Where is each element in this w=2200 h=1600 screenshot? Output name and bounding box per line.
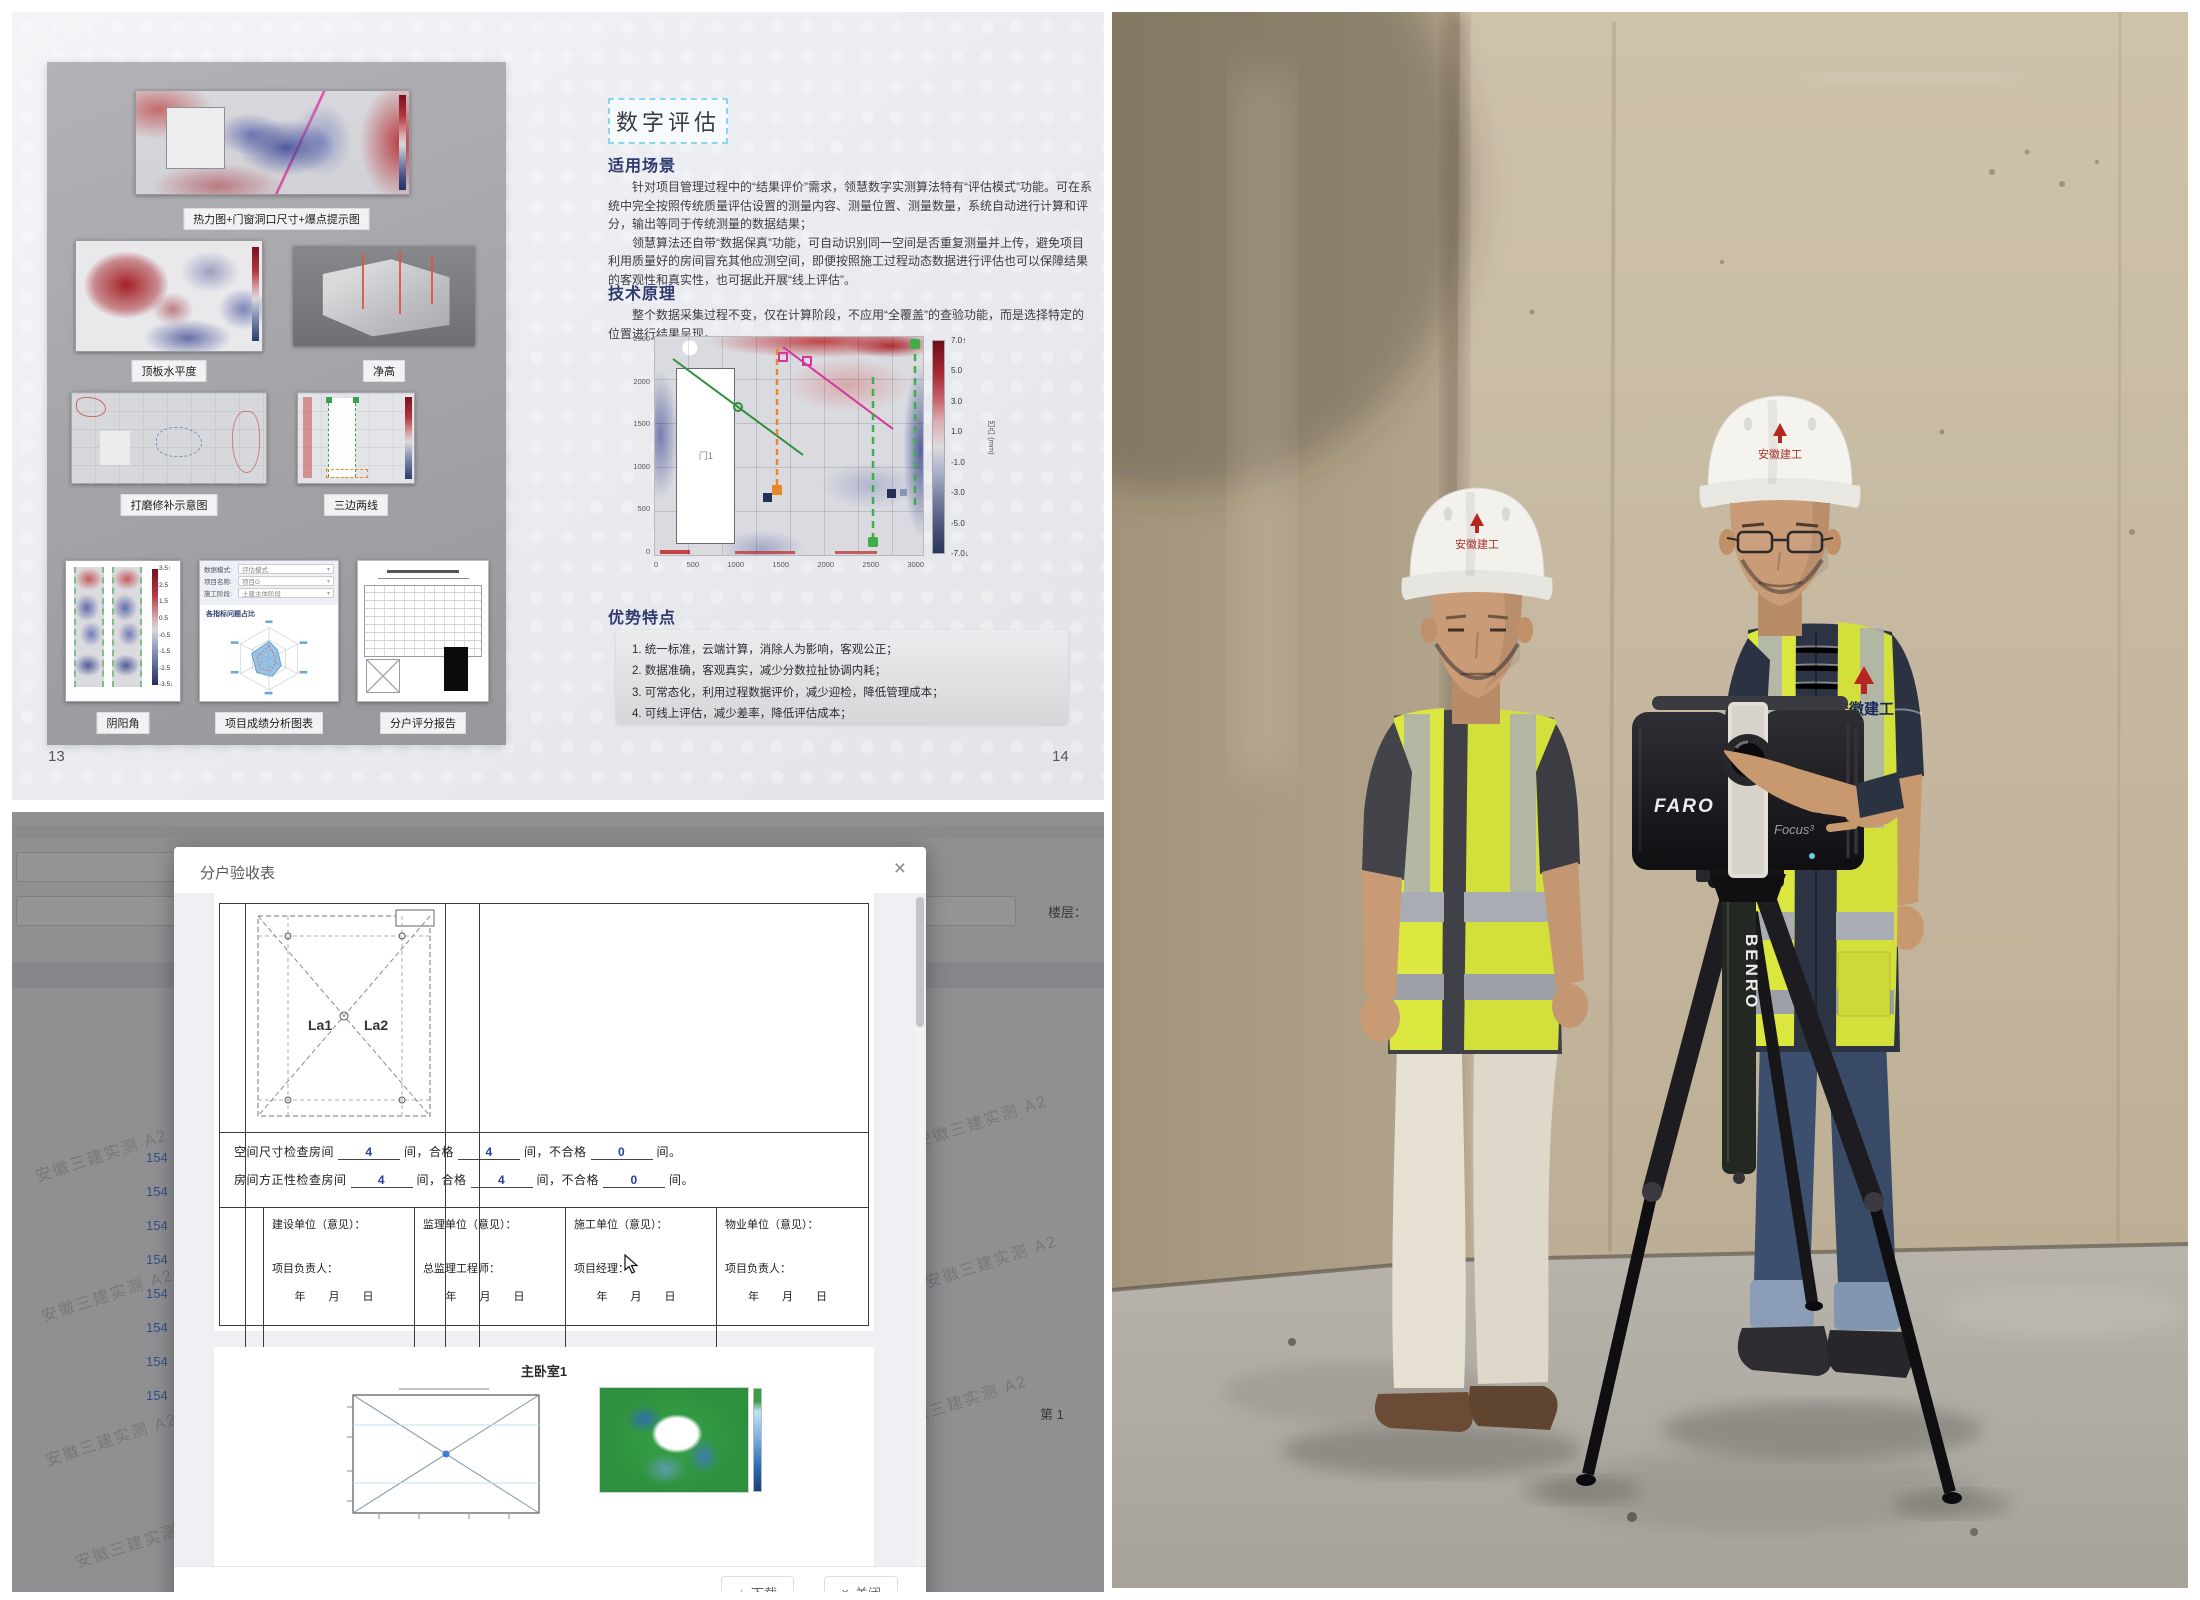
figure-colorbar [932, 340, 945, 554]
shoe [1375, 1392, 1473, 1432]
score-report-image [357, 560, 489, 702]
page-number-left: 13 [48, 748, 65, 765]
app-screenshot: 楼层： 154 154 154 154 154 154 154 154 第 1 … [12, 812, 1104, 1592]
close-icon[interactable]: × [894, 857, 906, 881]
wall-seam [2118, 12, 2120, 1242]
download-button[interactable]: ↓ 下载 [721, 1576, 794, 1592]
helmet-text: 安徽建工 [1758, 447, 1802, 461]
caption-chart: 项目成绩分析图表 [215, 712, 323, 734]
measure-line [399, 252, 401, 314]
shoe [1738, 1326, 1832, 1376]
vest-pocket [1838, 952, 1890, 1016]
page-title: 数字评估 [608, 98, 728, 144]
figure-colorbar-labels: 7.0↑5.0 3.01.0 -1.0-3.0 -5.0-7.0↓ [951, 336, 969, 558]
chevron-down-icon: ▾ [327, 578, 330, 585]
mouse-cursor [624, 1254, 638, 1274]
score-analysis-ui-image: 数据模式: 评估模式▾ 项目名称: 项目G▾ 施工阶段: 土建主体阶段▾ 各指标… [199, 560, 339, 702]
reflective-stripe [1510, 714, 1536, 894]
download-icon: ↓ [738, 1585, 745, 1593]
mini-form-label: 数据模式: [204, 564, 238, 574]
mini-form-select: 项目G▾ [238, 576, 334, 586]
caption-ceiling: 顶板水平度 [132, 360, 207, 382]
gallery-panel: 热力图+门窗洞口尺寸+爆点提示图 顶板水平度 净高 打磨修补示意图 三边两线 [47, 62, 506, 745]
tripod-brand-text: BENRO [1742, 934, 1761, 1010]
advantage-item: 4. 可线上评估，减少差率，降低评估成本； [632, 704, 1052, 725]
diagram-label-la1: La1 [308, 1017, 332, 1033]
radar-chart [225, 617, 313, 697]
close-button[interactable]: × 关闭 [824, 1576, 898, 1592]
helmet-text: 安徽建工 [1455, 537, 1499, 551]
advantage-item: 2. 数据准确，客观真实，减少分数拉扯协调内耗； [632, 661, 1052, 682]
scrollbar-thumb[interactable] [916, 897, 924, 1027]
measure-line [362, 254, 364, 309]
room-results-sheet: 主卧室1 [214, 1347, 874, 1592]
room-dimension-diagram: La1 La2 [246, 904, 444, 1130]
clear-height-3d-image [293, 246, 475, 346]
modal-scrollbar[interactable] [916, 897, 924, 1577]
caption-polish: 打磨修补示意图 [121, 494, 218, 516]
caption-corner: 阴阳角 [97, 712, 150, 734]
brochure-page: 热力图+门窗洞口尺寸+爆点提示图 顶板水平度 净高 打磨修补示意图 三边两线 [12, 12, 1104, 800]
acceptance-modal: 分户验收表 × 室内空间尺寸测量示意图 [174, 847, 926, 1592]
page-number-right: 14 [1052, 748, 1069, 765]
room1-heatmap-colorbar [753, 1388, 762, 1492]
corner-angle-image: 3.5↑2.5 1.50.5 -0.5-1.5 -2.5-3.5↓ [65, 560, 181, 702]
site-photo: 安徽建工 [1112, 12, 2188, 1588]
heading-scenario: 适用场景 [608, 152, 676, 176]
heading-advantages: 优势特点 [608, 604, 676, 628]
figure-y-axis: 25002000 15001000 5000 [620, 334, 650, 556]
figure-x-axis: 0500 10001500 20002500 3000 [654, 560, 924, 569]
room1-heatmap-figure [599, 1387, 749, 1493]
caption-report: 分户评分报告 [380, 712, 466, 734]
heading-principle: 技术原理 [608, 280, 676, 304]
scanner-model-text: Focus³ [1774, 822, 1814, 837]
mini-form-label: 项目名称: [204, 576, 238, 586]
shoe [1827, 1330, 1916, 1378]
corner-colorbar-labels: 3.5↑2.5 1.50.5 -0.5-1.5 -2.5-3.5↓ [159, 566, 180, 689]
three-edges-image [297, 392, 415, 484]
caption-heatmap: 热力图+门窗洞口尺寸+爆点提示图 [183, 208, 370, 230]
opinion-table: 验收意见 建设单位（意见）： 项目负责人： 年 月 日 监理单位（意见）： 总监… [220, 1207, 868, 1325]
room1-dimension-figure [339, 1387, 553, 1523]
advantage-item: 1. 统一标准，云端计算，消除人为影响，客观公正； [632, 640, 1052, 661]
mini-form-select: 土建主体阶段▾ [238, 588, 334, 598]
room-3d-shape [311, 256, 457, 338]
room1-heading: 主卧室1 [214, 1347, 874, 1380]
scenario-text: 针对项目管理过程中的“结果评价”需求，领慧数字实测算法特有“评估模式”功能。可在… [608, 178, 1092, 290]
figure-plot-area: 门1 [654, 336, 924, 556]
shoe [1469, 1386, 1558, 1430]
chevron-down-icon: ▾ [327, 590, 330, 597]
site-photo-illustration: 安徽建工 [1112, 12, 2188, 1588]
screenshot-stage: 热力图+门窗洞口尺寸+爆点提示图 顶板水平度 净高 打磨修补示意图 三边两线 [0, 0, 2200, 1600]
figure-annotation-lines [655, 337, 923, 555]
scanner-brand-text: FARO [1654, 796, 1715, 817]
heatmap-overview-image [135, 90, 410, 195]
acceptance-form-sheet: 室内空间尺寸测量示意图 [214, 893, 874, 1331]
scanner-left-body [1632, 712, 1732, 870]
advantage-item: 3. 可常态化，利用过程数据评价，减少迎检，降低管理成本； [632, 683, 1052, 704]
hand [1360, 994, 1400, 1042]
principle-heatmap-figure: 25002000 15001000 5000 门1 [620, 330, 1002, 582]
scanner-led [1809, 853, 1815, 859]
caption-height: 净高 [363, 360, 405, 382]
chevron-down-icon: ▾ [327, 566, 330, 573]
jean-cuff [1834, 1282, 1900, 1330]
diagram-label-la2: La2 [364, 1017, 388, 1033]
close-x-icon: × [841, 1585, 849, 1593]
modal-title: 分户验收表 [200, 862, 275, 883]
advantages-list: 1. 统一标准，云端计算，消除人为影响，客观公正； 2. 数据准确，客观真实，减… [616, 630, 1068, 724]
polish-repair-image [71, 392, 267, 484]
caption-threelines: 三边两线 [324, 494, 388, 516]
modal-header: 分户验收表 × [174, 847, 926, 893]
hand [1552, 984, 1588, 1028]
modal-footer: ↓ 下载 × 关闭 [174, 1566, 926, 1592]
ceiling-levelness-image [75, 240, 263, 352]
figure-colorbar-unit: 凹凸 (mm) [986, 420, 997, 455]
mini-form-select: 评估模式▾ [238, 564, 334, 574]
measure-line [431, 256, 433, 304]
scenario-paragraph-1: 针对项目管理过程中的“结果评价”需求，领慧数字实测算法特有“评估模式”功能。可在… [608, 178, 1092, 234]
scenario-paragraph-2: 领慧算法还自带“数据保真”功能，可自动识别同一空间是否重复测量并上传，避免项目利… [608, 234, 1092, 290]
modal-body: 室内空间尺寸测量示意图 [174, 893, 926, 1592]
mini-form-label: 施工阶段: [204, 588, 238, 598]
